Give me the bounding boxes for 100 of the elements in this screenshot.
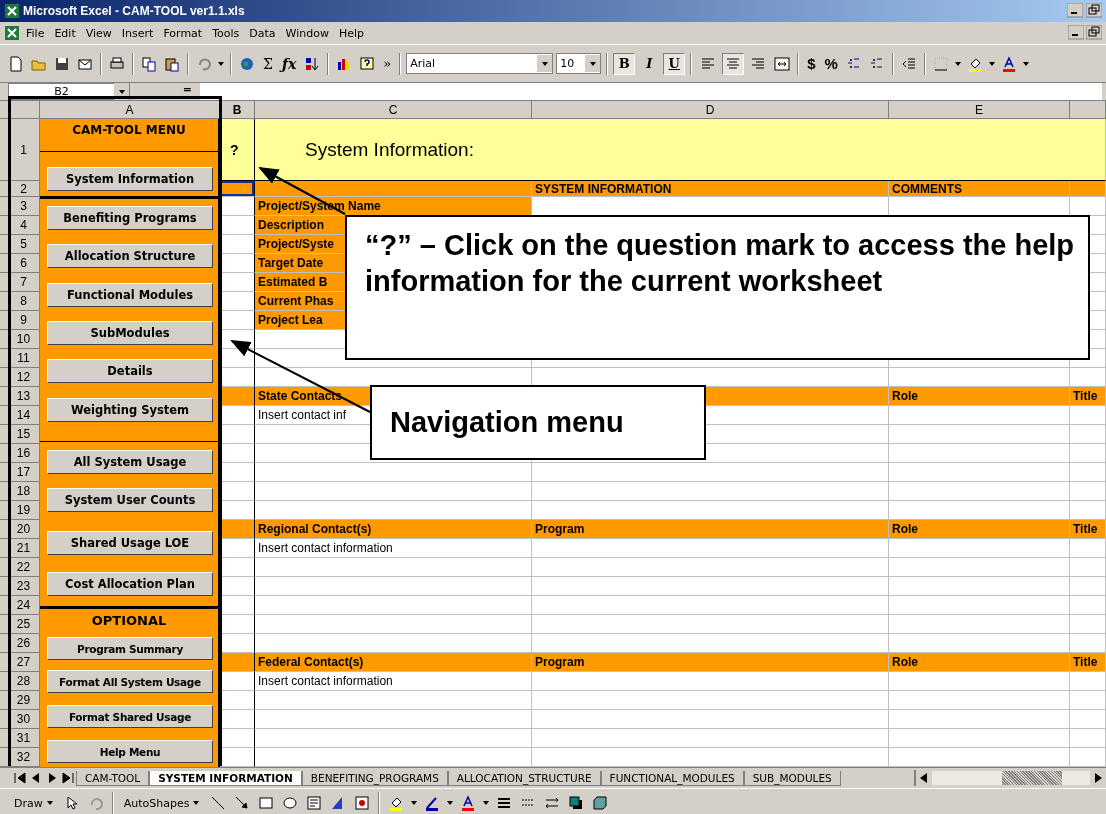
line-icon[interactable] <box>210 795 227 811</box>
underline-button[interactable]: U <box>663 52 686 75</box>
printer-icon[interactable] <box>109 55 125 72</box>
column-header[interactable]: B <box>220 101 255 119</box>
caret-icon[interactable] <box>117 87 126 96</box>
more-buttons-button[interactable]: » <box>380 56 395 71</box>
row-header[interactable]: 1 <box>0 119 40 181</box>
menu-button[interactable]: Benefiting Programs <box>47 206 213 230</box>
column-header[interactable]: E <box>889 101 1070 119</box>
excel-icon[interactable] <box>4 3 20 19</box>
menu-item[interactable]: Window <box>281 25 333 41</box>
sheet-tab[interactable]: ALLOCATION_STRUCTURE <box>447 770 601 786</box>
menu-item[interactable]: Help <box>334 25 368 41</box>
align-right-icon[interactable] <box>750 55 767 72</box>
paint-bucket-icon[interactable] <box>388 795 405 811</box>
row-header[interactable]: 32 <box>0 748 40 767</box>
text-box-icon[interactable] <box>306 795 323 811</box>
caret-icon[interactable] <box>540 59 549 68</box>
new-file-icon[interactable] <box>8 55 24 72</box>
font-color-icon[interactable] <box>460 795 477 811</box>
font-dropdown[interactable]: Arial <box>406 53 554 74</box>
menu-item[interactable]: Tools <box>208 25 244 41</box>
caret-icon[interactable] <box>482 799 491 807</box>
menu-button[interactable]: Format Shared Usage <box>47 705 213 728</box>
caret-icon[interactable] <box>217 59 225 68</box>
caret-icon[interactable] <box>953 59 962 68</box>
first-sheet-icon[interactable] <box>12 770 28 786</box>
caret-icon[interactable] <box>446 799 455 807</box>
align-center-icon[interactable] <box>725 55 742 72</box>
menu-button[interactable]: System User Counts <box>47 488 213 512</box>
menu-button[interactable]: Cost Allocation Plan <box>47 572 213 596</box>
sheet-tab[interactable]: FUNCTIONAL_MODULES <box>600 770 744 786</box>
sort-ascending-icon[interactable] <box>304 55 321 72</box>
menu-item[interactable]: View <box>81 25 116 41</box>
menu-item[interactable]: File <box>22 25 49 41</box>
clipboard-icon[interactable] <box>164 55 180 72</box>
italic-button[interactable]: I <box>638 52 661 75</box>
3d-cube-icon[interactable] <box>592 795 609 811</box>
menu-button[interactable]: All System Usage <box>47 450 213 474</box>
menu-button[interactable]: Format All System Usage <box>47 670 213 693</box>
formula-field[interactable] <box>200 83 1102 100</box>
menu-button[interactable]: SubModules <box>47 321 213 345</box>
minimize-icon[interactable] <box>1067 3 1083 19</box>
column-header[interactable]: D <box>532 101 889 119</box>
select-all-button[interactable] <box>0 101 40 119</box>
oval-icon[interactable] <box>282 795 299 811</box>
help-link[interactable]: ? <box>220 119 255 181</box>
restore-icon[interactable] <box>1086 3 1102 19</box>
arrow-icon[interactable] <box>234 795 251 811</box>
menu-button[interactable]: Help Menu <box>47 740 213 763</box>
arrow-style-icon[interactable] <box>544 795 561 811</box>
menu-item[interactable]: Format <box>159 25 207 41</box>
rectangle-icon[interactable] <box>258 795 275 811</box>
clip-art-icon[interactable] <box>354 795 371 811</box>
globe-icon[interactable] <box>239 55 255 72</box>
font-color-icon[interactable] <box>1000 55 1017 72</box>
row-header[interactable]: 2 <box>0 181 40 197</box>
menu-button[interactable]: Shared Usage LOE <box>47 531 213 555</box>
autosum-button[interactable]: Σ <box>260 55 276 72</box>
menu-item[interactable]: Data <box>245 25 280 41</box>
bold-button[interactable]: B <box>613 52 636 75</box>
line-color-icon[interactable] <box>424 795 441 811</box>
draw-menu-button[interactable]: Draw <box>10 796 58 810</box>
menu-item[interactable]: Edit <box>50 25 80 41</box>
copy-icon[interactable] <box>141 55 157 72</box>
menu-item[interactable]: Insert <box>117 25 158 41</box>
last-sheet-icon[interactable] <box>60 770 76 786</box>
menu-button[interactable]: Details <box>47 359 213 383</box>
sheet-tab[interactable]: SUB_MODULES <box>743 770 841 786</box>
minimize-icon[interactable] <box>1068 25 1084 41</box>
currency-button[interactable]: $ <box>804 55 819 72</box>
function-button[interactable]: ƒx <box>278 55 300 72</box>
column-header[interactable]: C <box>255 101 532 119</box>
caret-icon[interactable] <box>588 59 597 68</box>
merge-cells-icon[interactable] <box>774 55 791 72</box>
menu-button[interactable]: Allocation Structure <box>47 244 213 268</box>
sheet-tab[interactable]: SYSTEM INFORMATION <box>149 770 302 786</box>
menu-button[interactable]: Weighting System <box>47 398 213 422</box>
caret-icon[interactable] <box>987 59 996 68</box>
percent-button[interactable]: % <box>821 55 841 72</box>
caret-icon[interactable] <box>192 799 201 807</box>
menu-button[interactable]: Program Summary <box>47 637 213 660</box>
column-header[interactable] <box>1070 101 1106 119</box>
sheet-tab[interactable]: CAM-TOOL <box>76 770 150 786</box>
font-size-dropdown[interactable]: 10 <box>556 53 602 74</box>
indent-icon[interactable] <box>900 55 917 72</box>
restore-icon[interactable] <box>1086 25 1102 41</box>
align-left-icon[interactable] <box>700 55 717 72</box>
menu-button[interactable]: Functional Modules <box>47 283 213 307</box>
line-style-icon[interactable] <box>496 795 513 811</box>
shadow-icon[interactable] <box>568 795 585 811</box>
caret-icon[interactable] <box>410 799 419 807</box>
borders-icon[interactable] <box>932 55 949 72</box>
menu-button[interactable]: System Information <box>47 167 213 191</box>
help-icon[interactable] <box>359 55 376 72</box>
caret-icon[interactable] <box>1021 59 1030 68</box>
sheet-tab[interactable]: BENEFITING_PROGRAMS <box>301 770 448 786</box>
autoshapes-menu-button[interactable]: AutoShapes <box>119 796 205 810</box>
caret-icon[interactable] <box>45 799 54 807</box>
formula-equals-button[interactable]: = <box>132 83 198 100</box>
